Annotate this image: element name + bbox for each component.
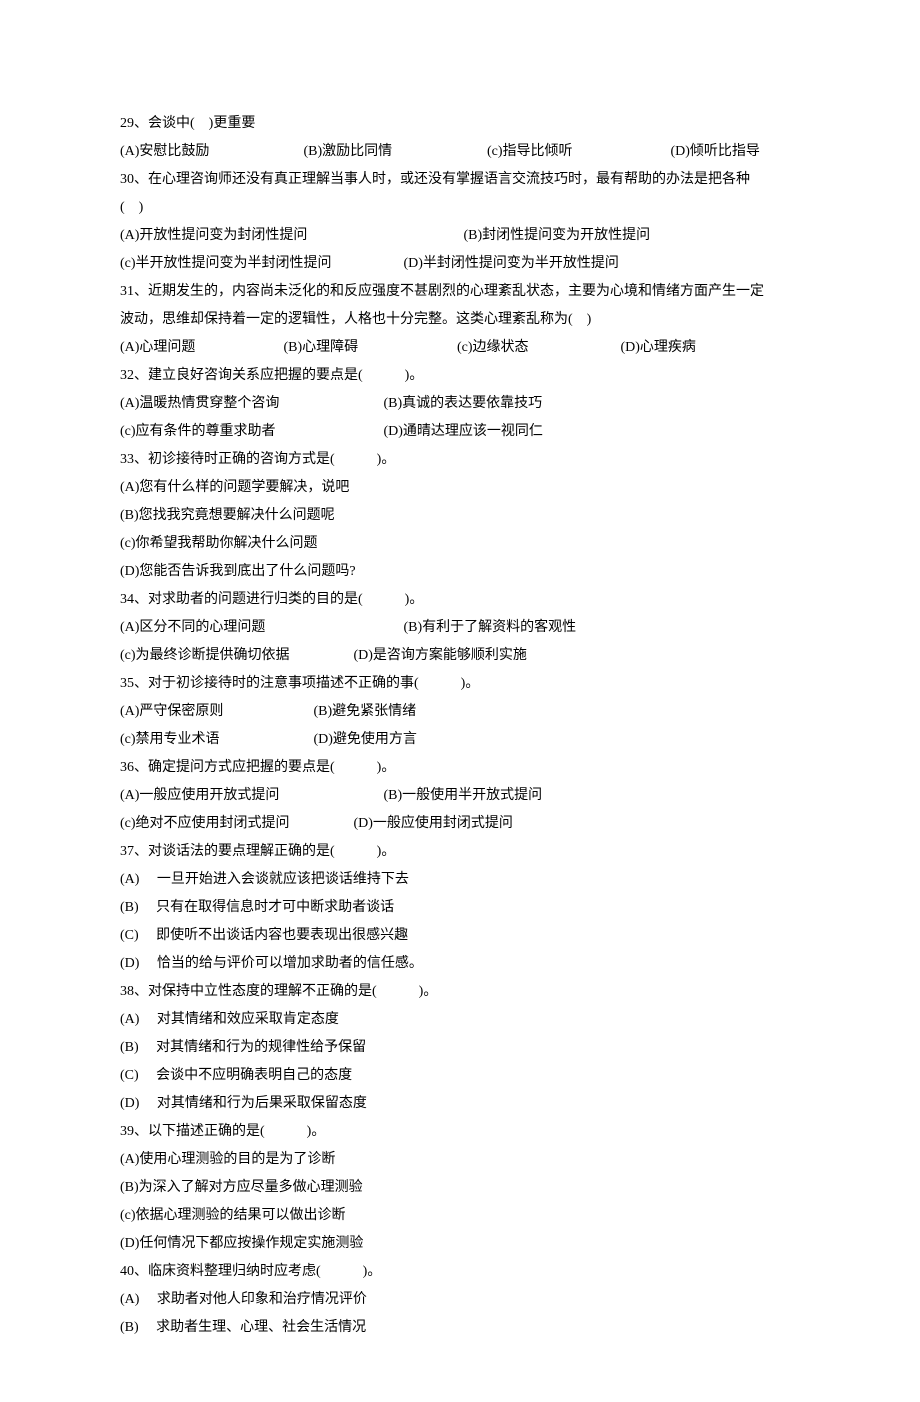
q39-opt-a: (A)使用心理测验的目的是为了诊断 [120, 1146, 800, 1174]
q36-opt-d: (D)一般应使用封闭式提问 [354, 810, 513, 838]
q33-opt-d: (D)您能否告诉我到底出了什么问题吗? [120, 558, 800, 586]
q31-stem-1: 31、近期发生的，内容尚未泛化的和反应强度不甚剧烈的心理紊乱状态，主要为心境和情… [120, 278, 800, 306]
q38-opt-d: (D) 对其情绪和行为后果采取保留态度 [120, 1090, 800, 1118]
q35-options-row1: (A)严守保密原则 (B)避免紧张情绪 [120, 698, 800, 726]
q39-opt-c: (c)依据心理测验的结果可以做出诊断 [120, 1202, 800, 1230]
q34-opt-c: (c)为最终诊断提供确切依据 [120, 642, 350, 670]
q33-opt-b: (B)您找我究竟想要解决什么问题呢 [120, 502, 800, 530]
q40-opt-a: (A) 求助者对他人印象和治疗情况评价 [120, 1286, 800, 1314]
q29-stem: 29、会谈中( )更重要 [120, 110, 800, 138]
q37-opt-d: (D) 恰当的给与评价可以增加求助者的信任感。 [120, 950, 800, 978]
q32-stem: 32、建立良好咨询关系应把握的要点是( )。 [120, 362, 800, 390]
q40-opt-b: (B) 求助者生理、心理、社会生活情况 [120, 1314, 800, 1342]
q35-opt-c: (c)禁用专业术语 [120, 726, 310, 754]
q36-options-row1: (A)一般应使用开放式提问 (B)一般使用半开放式提问 [120, 782, 800, 810]
q30-opt-a: (A)开放性提问变为封闭性提问 [120, 222, 460, 250]
q36-opt-b: (B)一般使用半开放式提问 [384, 782, 543, 810]
q36-opt-a: (A)一般应使用开放式提问 [120, 782, 380, 810]
q30-options-row1: (A)开放性提问变为封闭性提问 (B)封闭性提问变为开放性提问 [120, 222, 800, 250]
q38-opt-a: (A) 对其情绪和效应采取肯定态度 [120, 1006, 800, 1034]
q29-opt-a: (A)安慰比鼓励 [120, 138, 300, 166]
q30-stem-2: ( ) [120, 194, 800, 222]
q39-stem: 39、以下描述正确的是( )。 [120, 1118, 800, 1146]
q32-options-row2: (c)应有条件的尊重求助者 (D)通晴达理应该一视同仁 [120, 418, 800, 446]
q30-stem-1: 30、在心理咨询师还没有真正理解当事人时，或还没有掌握语言交流技巧时，最有帮助的… [120, 166, 800, 194]
q34-options-row1: (A)区分不同的心理问题 (B)有利于了解资料的客观性 [120, 614, 800, 642]
q31-options: (A)心理问题 (B)心理障碍 (c)边缘状态 (D)心理疾病 [120, 334, 800, 362]
q30-options-row2: (c)半开放性提问变为半封闭性提问 (D)半封闭性提问变为半开放性提问 [120, 250, 800, 278]
q34-stem: 34、对求助者的问题进行归类的目的是( )。 [120, 586, 800, 614]
q30-opt-b: (B)封闭性提问变为开放性提问 [464, 222, 651, 250]
q34-opt-d: (D)是咨询方案能够顺利实施 [354, 642, 527, 670]
q29-opt-d: (D)倾听比指导 [671, 138, 760, 166]
q37-stem: 37、对谈话法的要点理解正确的是( )。 [120, 838, 800, 866]
q29-opt-c: (c)指导比倾听 [487, 138, 667, 166]
q38-opt-b: (B) 对其情绪和行为的规律性给予保留 [120, 1034, 800, 1062]
q34-options-row2: (c)为最终诊断提供确切依据 (D)是咨询方案能够顺利实施 [120, 642, 800, 670]
q32-opt-b: (B)真诚的表达要依靠技巧 [384, 390, 543, 418]
q34-opt-a: (A)区分不同的心理问题 [120, 614, 400, 642]
q30-opt-c: (c)半开放性提问变为半封闭性提问 [120, 250, 400, 278]
q35-opt-d: (D)避免使用方言 [314, 726, 417, 754]
q33-opt-c: (c)你希望我帮助你解决什么问题 [120, 530, 800, 558]
q32-options-row1: (A)温暖热情贯穿整个咨询 (B)真诚的表达要依靠技巧 [120, 390, 800, 418]
q36-stem: 36、确定提问方式应把握的要点是( )。 [120, 754, 800, 782]
q31-opt-b: (B)心理障碍 [284, 334, 454, 362]
q35-opt-b: (B)避免紧张情绪 [314, 698, 417, 726]
q37-opt-b: (B) 只有在取得信息时才可中断求助者谈话 [120, 894, 800, 922]
q35-opt-a: (A)严守保密原则 [120, 698, 310, 726]
q37-opt-c: (C) 即使听不出谈话内容也要表现出很感兴趣 [120, 922, 800, 950]
q35-options-row2: (c)禁用专业术语 (D)避免使用方言 [120, 726, 800, 754]
q31-opt-c: (c)边缘状态 [457, 334, 617, 362]
q36-options-row2: (c)绝对不应使用封闭式提问 (D)一般应使用封闭式提问 [120, 810, 800, 838]
q31-stem-2: 波动，思维却保持着一定的逻辑性，人格也十分完整。这类心理紊乱称为( ) [120, 306, 800, 334]
q37-opt-a: (A) 一旦开始进入会谈就应该把谈话维持下去 [120, 866, 800, 894]
q32-opt-c: (c)应有条件的尊重求助者 [120, 418, 380, 446]
q40-stem: 40、临床资料整理归纳时应考虑( )。 [120, 1258, 800, 1286]
q39-opt-b: (B)为深入了解对方应尽量多做心理测验 [120, 1174, 800, 1202]
q38-stem: 38、对保持中立性态度的理解不正确的是( )。 [120, 978, 800, 1006]
q33-stem: 33、初诊接待时正确的咨询方式是( )。 [120, 446, 800, 474]
q31-opt-a: (A)心理问题 [120, 334, 280, 362]
q34-opt-b: (B)有利于了解资料的客观性 [404, 614, 577, 642]
q31-opt-d: (D)心理疾病 [621, 334, 696, 362]
q38-opt-c: (C) 会谈中不应明确表明自己的态度 [120, 1062, 800, 1090]
q29-opt-b: (B)激励比同情 [304, 138, 484, 166]
q29-options: (A)安慰比鼓励 (B)激励比同情 (c)指导比倾听 (D)倾听比指导 [120, 138, 800, 166]
q39-opt-d: (D)任何情况下都应按操作规定实施测验 [120, 1230, 800, 1258]
q30-opt-d: (D)半封闭性提问变为半开放性提问 [404, 250, 619, 278]
q36-opt-c: (c)绝对不应使用封闭式提问 [120, 810, 350, 838]
q32-opt-d: (D)通晴达理应该一视同仁 [384, 418, 543, 446]
q33-opt-a: (A)您有什么样的问题学要解决，说吧 [120, 474, 800, 502]
q32-opt-a: (A)温暖热情贯穿整个咨询 [120, 390, 380, 418]
q35-stem: 35、对于初诊接待时的注意事项描述不正确的事( )。 [120, 670, 800, 698]
